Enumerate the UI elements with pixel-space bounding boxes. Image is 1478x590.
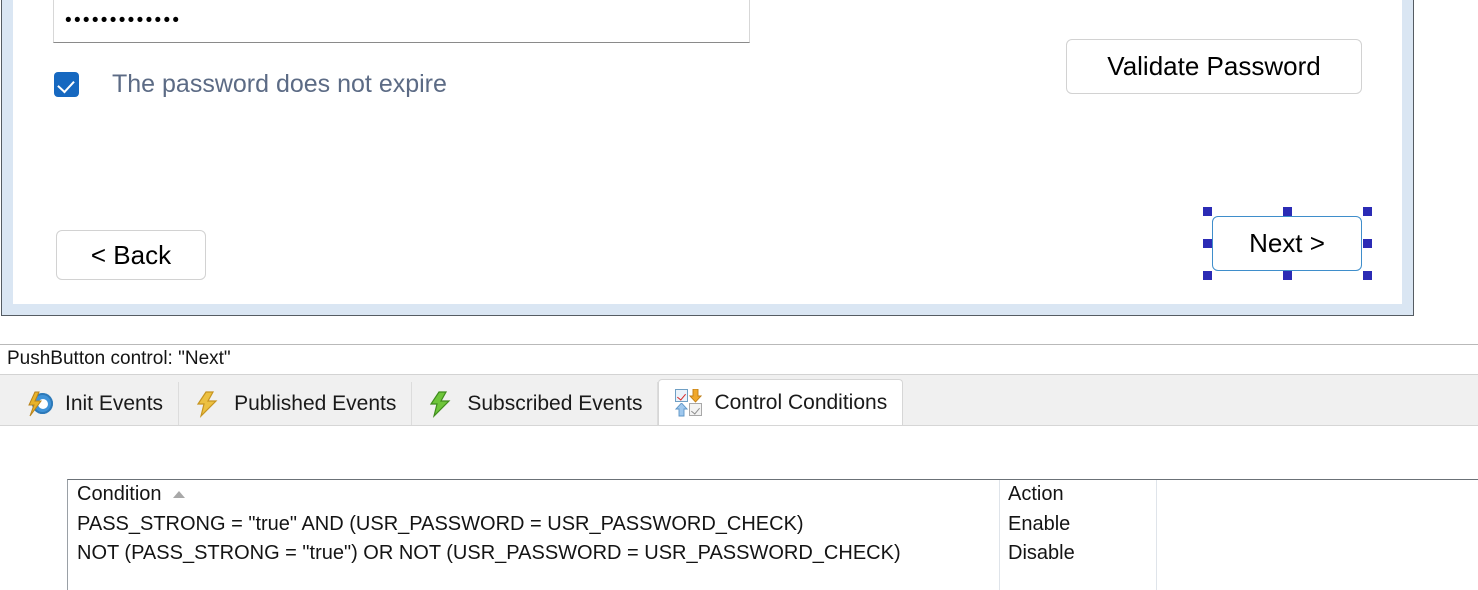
resize-handle-bottom-center[interactable] bbox=[1283, 271, 1292, 280]
yellow-bolt-icon bbox=[193, 389, 223, 419]
tab-subscribed-events[interactable]: Subscribed Events bbox=[412, 382, 659, 426]
conditions-grid[interactable]: Condition Action PASS_STRONG = "true" AN… bbox=[67, 479, 1478, 590]
resize-handle-top-center[interactable] bbox=[1283, 207, 1292, 216]
tab-init-events[interactable]: Init Events bbox=[10, 382, 180, 426]
bolt-gear-icon bbox=[24, 389, 54, 419]
password-input[interactable]: ••••••••••••• bbox=[53, 0, 750, 43]
tab-label-control-conditions: Control Conditions bbox=[714, 391, 888, 414]
cell-action[interactable]: Disable bbox=[1008, 542, 1075, 565]
resize-handle-middle-right[interactable] bbox=[1363, 239, 1372, 248]
status-bar: PushButton control: "Next" bbox=[0, 345, 1478, 373]
resize-handle-bottom-left[interactable] bbox=[1203, 271, 1212, 280]
sort-ascending-icon bbox=[172, 491, 185, 498]
form-preview-canvas[interactable]: ••••••••••••• The password does not expi… bbox=[13, 0, 1402, 304]
next-button-selection: Next > bbox=[1203, 207, 1372, 280]
column-header-condition[interactable]: Condition bbox=[77, 483, 185, 506]
tab-label-subscribed-events: Subscribed Events bbox=[467, 392, 643, 415]
table-row[interactable]: PASS_STRONG = "true" AND (USR_PASSWORD =… bbox=[68, 510, 1478, 539]
selected-control-status: PushButton control: "Next" bbox=[7, 348, 231, 369]
tab-control-conditions[interactable]: Control Conditions bbox=[658, 379, 904, 426]
form-preview-panel: ••••••••••••• The password does not expi… bbox=[1, 0, 1414, 316]
green-bolt-icon bbox=[426, 389, 456, 419]
password-never-expires-checkbox[interactable] bbox=[54, 72, 79, 97]
column-header-action[interactable]: Action bbox=[1008, 483, 1064, 506]
table-row[interactable]: NOT (PASS_STRONG = "true") OR NOT (USR_P… bbox=[68, 539, 1478, 568]
next-button[interactable]: Next > bbox=[1212, 216, 1362, 271]
grid-header-row: Condition Action bbox=[68, 480, 1478, 509]
resize-handle-middle-left[interactable] bbox=[1203, 239, 1212, 248]
resize-handle-bottom-right[interactable] bbox=[1363, 271, 1372, 280]
password-never-expires-label: The password does not expire bbox=[112, 70, 447, 98]
tab-label-published-events: Published Events bbox=[234, 392, 397, 415]
cell-condition[interactable]: PASS_STRONG = "true" AND (USR_PASSWORD =… bbox=[77, 513, 804, 536]
resize-handle-top-right[interactable] bbox=[1363, 207, 1372, 216]
validate-password-button[interactable]: Validate Password bbox=[1066, 39, 1362, 94]
back-button[interactable]: < Back bbox=[56, 230, 206, 280]
tab-published-events[interactable]: Published Events bbox=[179, 382, 413, 426]
control-conditions-panel: Condition Action PASS_STRONG = "true" AN… bbox=[0, 425, 1478, 590]
property-tabstrip: Init Events Published Events Subscribed … bbox=[0, 374, 1478, 426]
control-conditions-icon bbox=[673, 388, 703, 418]
cell-action[interactable]: Enable bbox=[1008, 513, 1070, 536]
cell-condition[interactable]: NOT (PASS_STRONG = "true") OR NOT (USR_P… bbox=[77, 542, 901, 565]
resize-handle-top-left[interactable] bbox=[1203, 207, 1212, 216]
password-never-expires-checkbox-row[interactable]: The password does not expire bbox=[54, 70, 447, 99]
tab-label-init-events: Init Events bbox=[65, 392, 164, 415]
